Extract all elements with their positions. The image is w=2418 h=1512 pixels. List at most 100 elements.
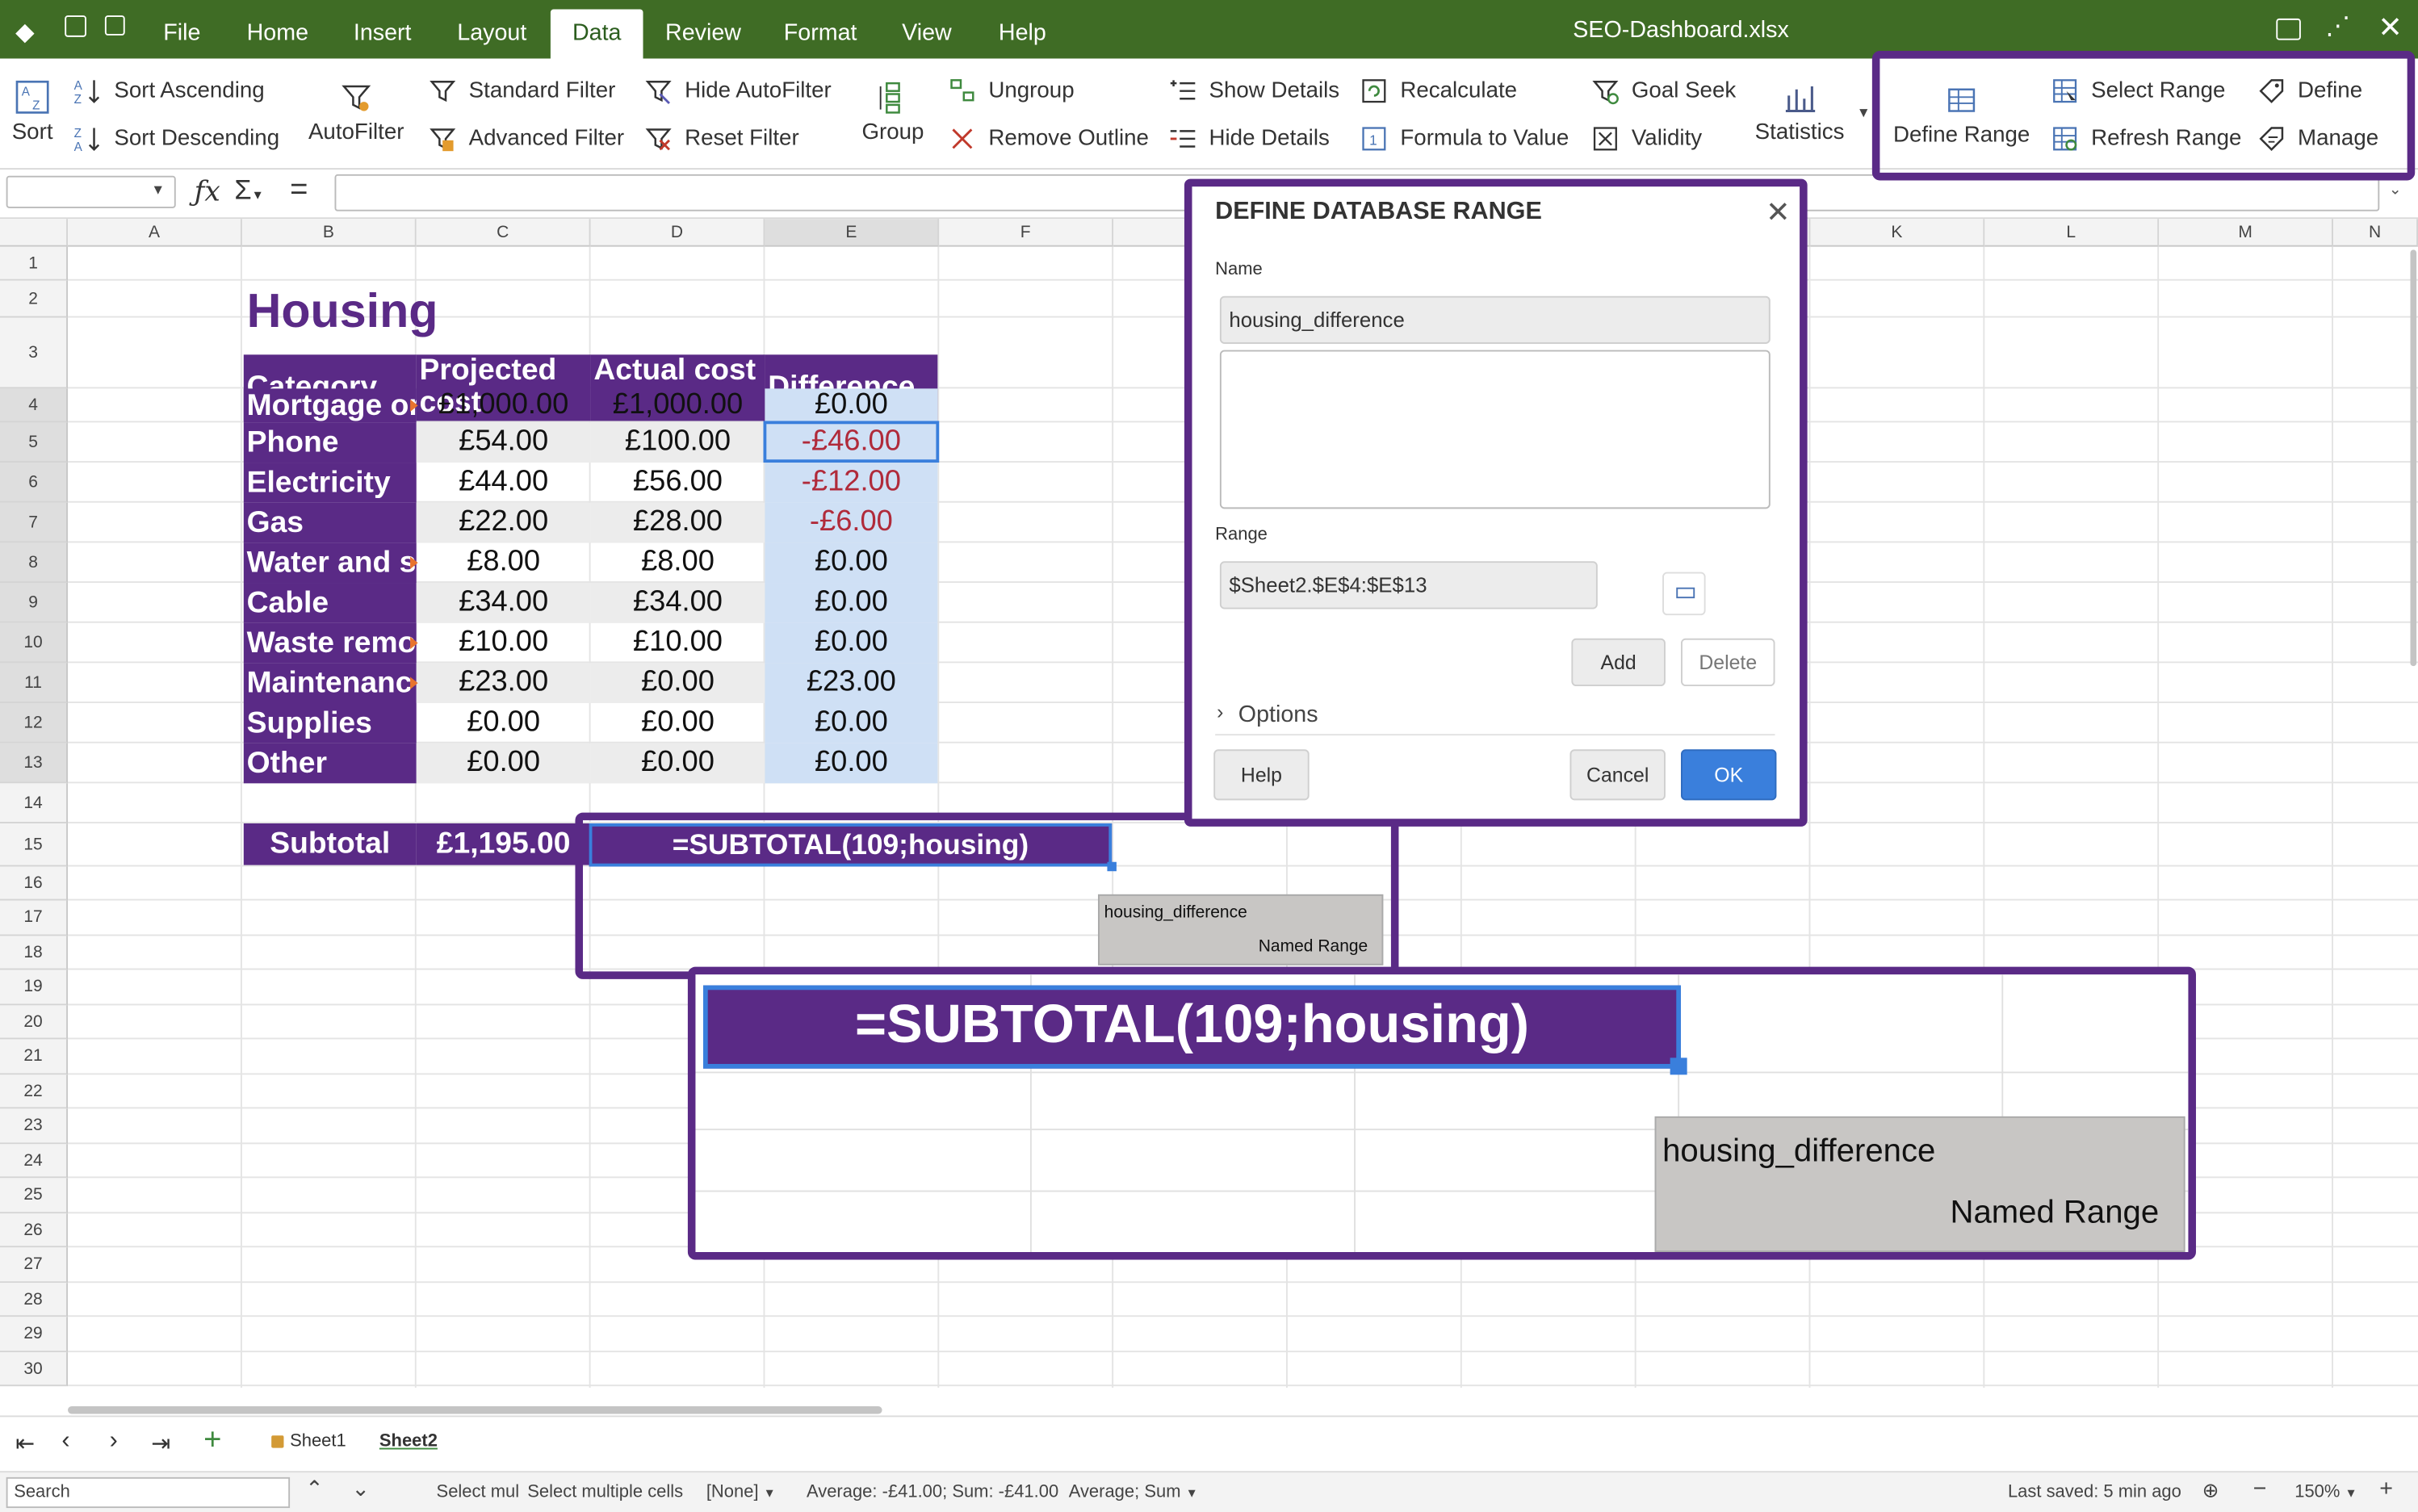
function-wizard-icon[interactable]: ƒx — [195, 176, 220, 208]
column-header-b[interactable]: B — [241, 219, 417, 247]
actual-cell[interactable]: £0.00 — [590, 743, 765, 784]
recalculate-button[interactable]: Recalculate — [1360, 77, 1517, 105]
row-header-9[interactable]: 9 — [0, 583, 69, 623]
remove-outline-button[interactable]: Remove Outline — [949, 125, 1149, 153]
row-header-25[interactable]: 25 — [0, 1178, 69, 1214]
sort-descending-button[interactable]: Z A Sort Descending — [74, 125, 279, 155]
reset-filter-button[interactable]: Reset Filter — [644, 125, 799, 153]
difference-cell[interactable]: £0.00 — [765, 388, 938, 423]
projected-cell[interactable]: £1,000.00 — [417, 388, 591, 422]
row-header-23[interactable]: 23 — [0, 1108, 69, 1145]
define-button[interactable]: Define — [2257, 77, 2362, 105]
actual-cell[interactable]: £56.00 — [591, 463, 765, 503]
zoom-fit-icon[interactable]: ⊕ — [2202, 1479, 2219, 1504]
equals-icon[interactable]: = — [290, 173, 308, 208]
difference-cell[interactable]: -£12.00 — [765, 463, 938, 503]
row-header-11[interactable]: 11 — [0, 663, 69, 704]
row-header-21[interactable]: 21 — [0, 1039, 69, 1075]
row-header-12[interactable]: 12 — [0, 703, 69, 743]
horizontal-scrollbar[interactable] — [68, 1406, 882, 1414]
advanced-filter-button[interactable]: Advanced Filter — [429, 125, 624, 153]
category-cell[interactable]: Water and s — [243, 542, 417, 584]
first-sheet-icon[interactable]: ⇤ — [15, 1430, 35, 1457]
define-range-button[interactable]: Define Range — [1891, 83, 2033, 148]
last-sheet-icon[interactable]: ⇥ — [151, 1430, 170, 1457]
row-header-4[interactable]: 4 — [0, 388, 69, 423]
sum-icon[interactable]: Σ▼ — [234, 174, 263, 207]
options-chevron-icon[interactable]: › — [1217, 700, 1223, 723]
column-header-l[interactable]: L — [1984, 219, 2160, 247]
statistics-button[interactable]: Statistics — [1752, 80, 1847, 145]
zoom-in-icon[interactable]: + — [2379, 1476, 2393, 1502]
row-header-2[interactable]: 2 — [0, 280, 69, 318]
subtotal-label[interactable]: Subtotal — [243, 823, 417, 865]
tab-format[interactable]: Format — [776, 0, 865, 68]
sheet-title[interactable]: Housing — [247, 283, 438, 339]
next-sheet-icon[interactable]: › — [110, 1428, 118, 1455]
difference-cell[interactable]: £0.00 — [765, 703, 938, 743]
sort-button[interactable]: AZ Sort — [6, 80, 59, 145]
row-header-13[interactable]: 13 — [0, 743, 69, 784]
column-header-k[interactable]: K — [1810, 219, 1985, 247]
category-cell[interactable]: Phone — [243, 422, 417, 463]
group-button[interactable]: Group — [857, 80, 928, 145]
difference-cell[interactable]: £23.00 — [765, 663, 938, 704]
category-cell[interactable]: Mortgage or — [243, 388, 417, 423]
select-all-corner[interactable] — [0, 219, 69, 247]
show-details-button[interactable]: Show Details — [1169, 77, 1339, 105]
tab-help[interactable]: Help — [987, 0, 1058, 68]
column-header-f[interactable]: F — [939, 219, 1114, 247]
ok-button[interactable]: OK — [1681, 749, 1777, 801]
row-header-22[interactable]: 22 — [0, 1074, 69, 1109]
column-header-d[interactable]: D — [590, 219, 765, 247]
actual-cell[interactable]: £28.00 — [590, 502, 765, 543]
column-header-a[interactable]: A — [68, 219, 242, 247]
row-header-19[interactable]: 19 — [0, 970, 69, 1006]
row-header-29[interactable]: 29 — [0, 1317, 69, 1353]
ungroup-button[interactable]: Ungroup — [949, 77, 1075, 105]
column-header-c[interactable]: C — [416, 219, 591, 247]
save-icon[interactable] — [65, 15, 86, 37]
category-cell[interactable]: Waste remo — [243, 622, 417, 664]
row-header-17[interactable]: 17 — [0, 900, 69, 936]
row-header-30[interactable]: 30 — [0, 1352, 69, 1387]
range-input[interactable]: $Sheet2.$E$4:$E$13 — [1219, 561, 1598, 609]
tab-review[interactable]: Review — [659, 0, 748, 68]
column-header-e[interactable]: E — [765, 219, 940, 247]
formula-to-value-button[interactable]: 1 Formula to Value — [1360, 125, 1569, 153]
category-cell[interactable]: Maintenanc — [243, 663, 417, 704]
vertical-scrollbar[interactable] — [2410, 249, 2417, 667]
category-cell[interactable]: Other — [243, 743, 417, 784]
row-header-16[interactable]: 16 — [0, 866, 69, 901]
zoom-level[interactable]: 150% ▼ — [2294, 1484, 2357, 1502]
projected-cell[interactable]: £22.00 — [416, 502, 591, 543]
projected-cell[interactable]: £0.00 — [417, 703, 591, 743]
hide-autofilter-button[interactable]: Hide AutoFilter — [644, 77, 832, 105]
row-header-3[interactable]: 3 — [0, 317, 69, 389]
projected-cell[interactable]: £23.00 — [416, 663, 591, 704]
tab-layout[interactable]: Layout — [447, 0, 537, 68]
actual-cell[interactable]: £10.00 — [591, 623, 765, 664]
row-header-14[interactable]: 14 — [0, 783, 69, 823]
ribbon-overflow-chevron-icon[interactable]: ▼ — [1857, 105, 1871, 120]
subtotal-projected[interactable]: £1,195.00 — [416, 823, 591, 865]
fill-handle[interactable] — [1107, 861, 1117, 872]
tab-view[interactable]: View — [895, 0, 959, 68]
difference-cell[interactable]: £0.00 — [765, 583, 938, 623]
column-header-n[interactable]: N — [2332, 219, 2418, 247]
actual-cell[interactable]: £100.00 — [590, 422, 765, 463]
tab-insert[interactable]: Insert — [342, 0, 422, 68]
row-header-24[interactable]: 24 — [0, 1144, 69, 1179]
row-header-18[interactable]: 18 — [0, 936, 69, 970]
share-icon[interactable]: ⋰ — [2325, 10, 2350, 41]
difference-cell[interactable]: £0.00 — [765, 542, 938, 584]
delete-button[interactable]: Delete — [1681, 638, 1775, 686]
cancel-button[interactable]: Cancel — [1569, 749, 1666, 801]
row-header-15[interactable]: 15 — [0, 823, 69, 867]
hide-details-button[interactable]: Hide Details — [1169, 125, 1330, 153]
projected-cell[interactable]: £44.00 — [417, 463, 591, 503]
row-header-20[interactable]: 20 — [0, 1005, 69, 1040]
actual-cell[interactable]: £34.00 — [590, 583, 765, 623]
standard-filter-button[interactable]: Standard Filter — [429, 77, 615, 105]
manage-button[interactable]: Manage — [2257, 125, 2378, 153]
